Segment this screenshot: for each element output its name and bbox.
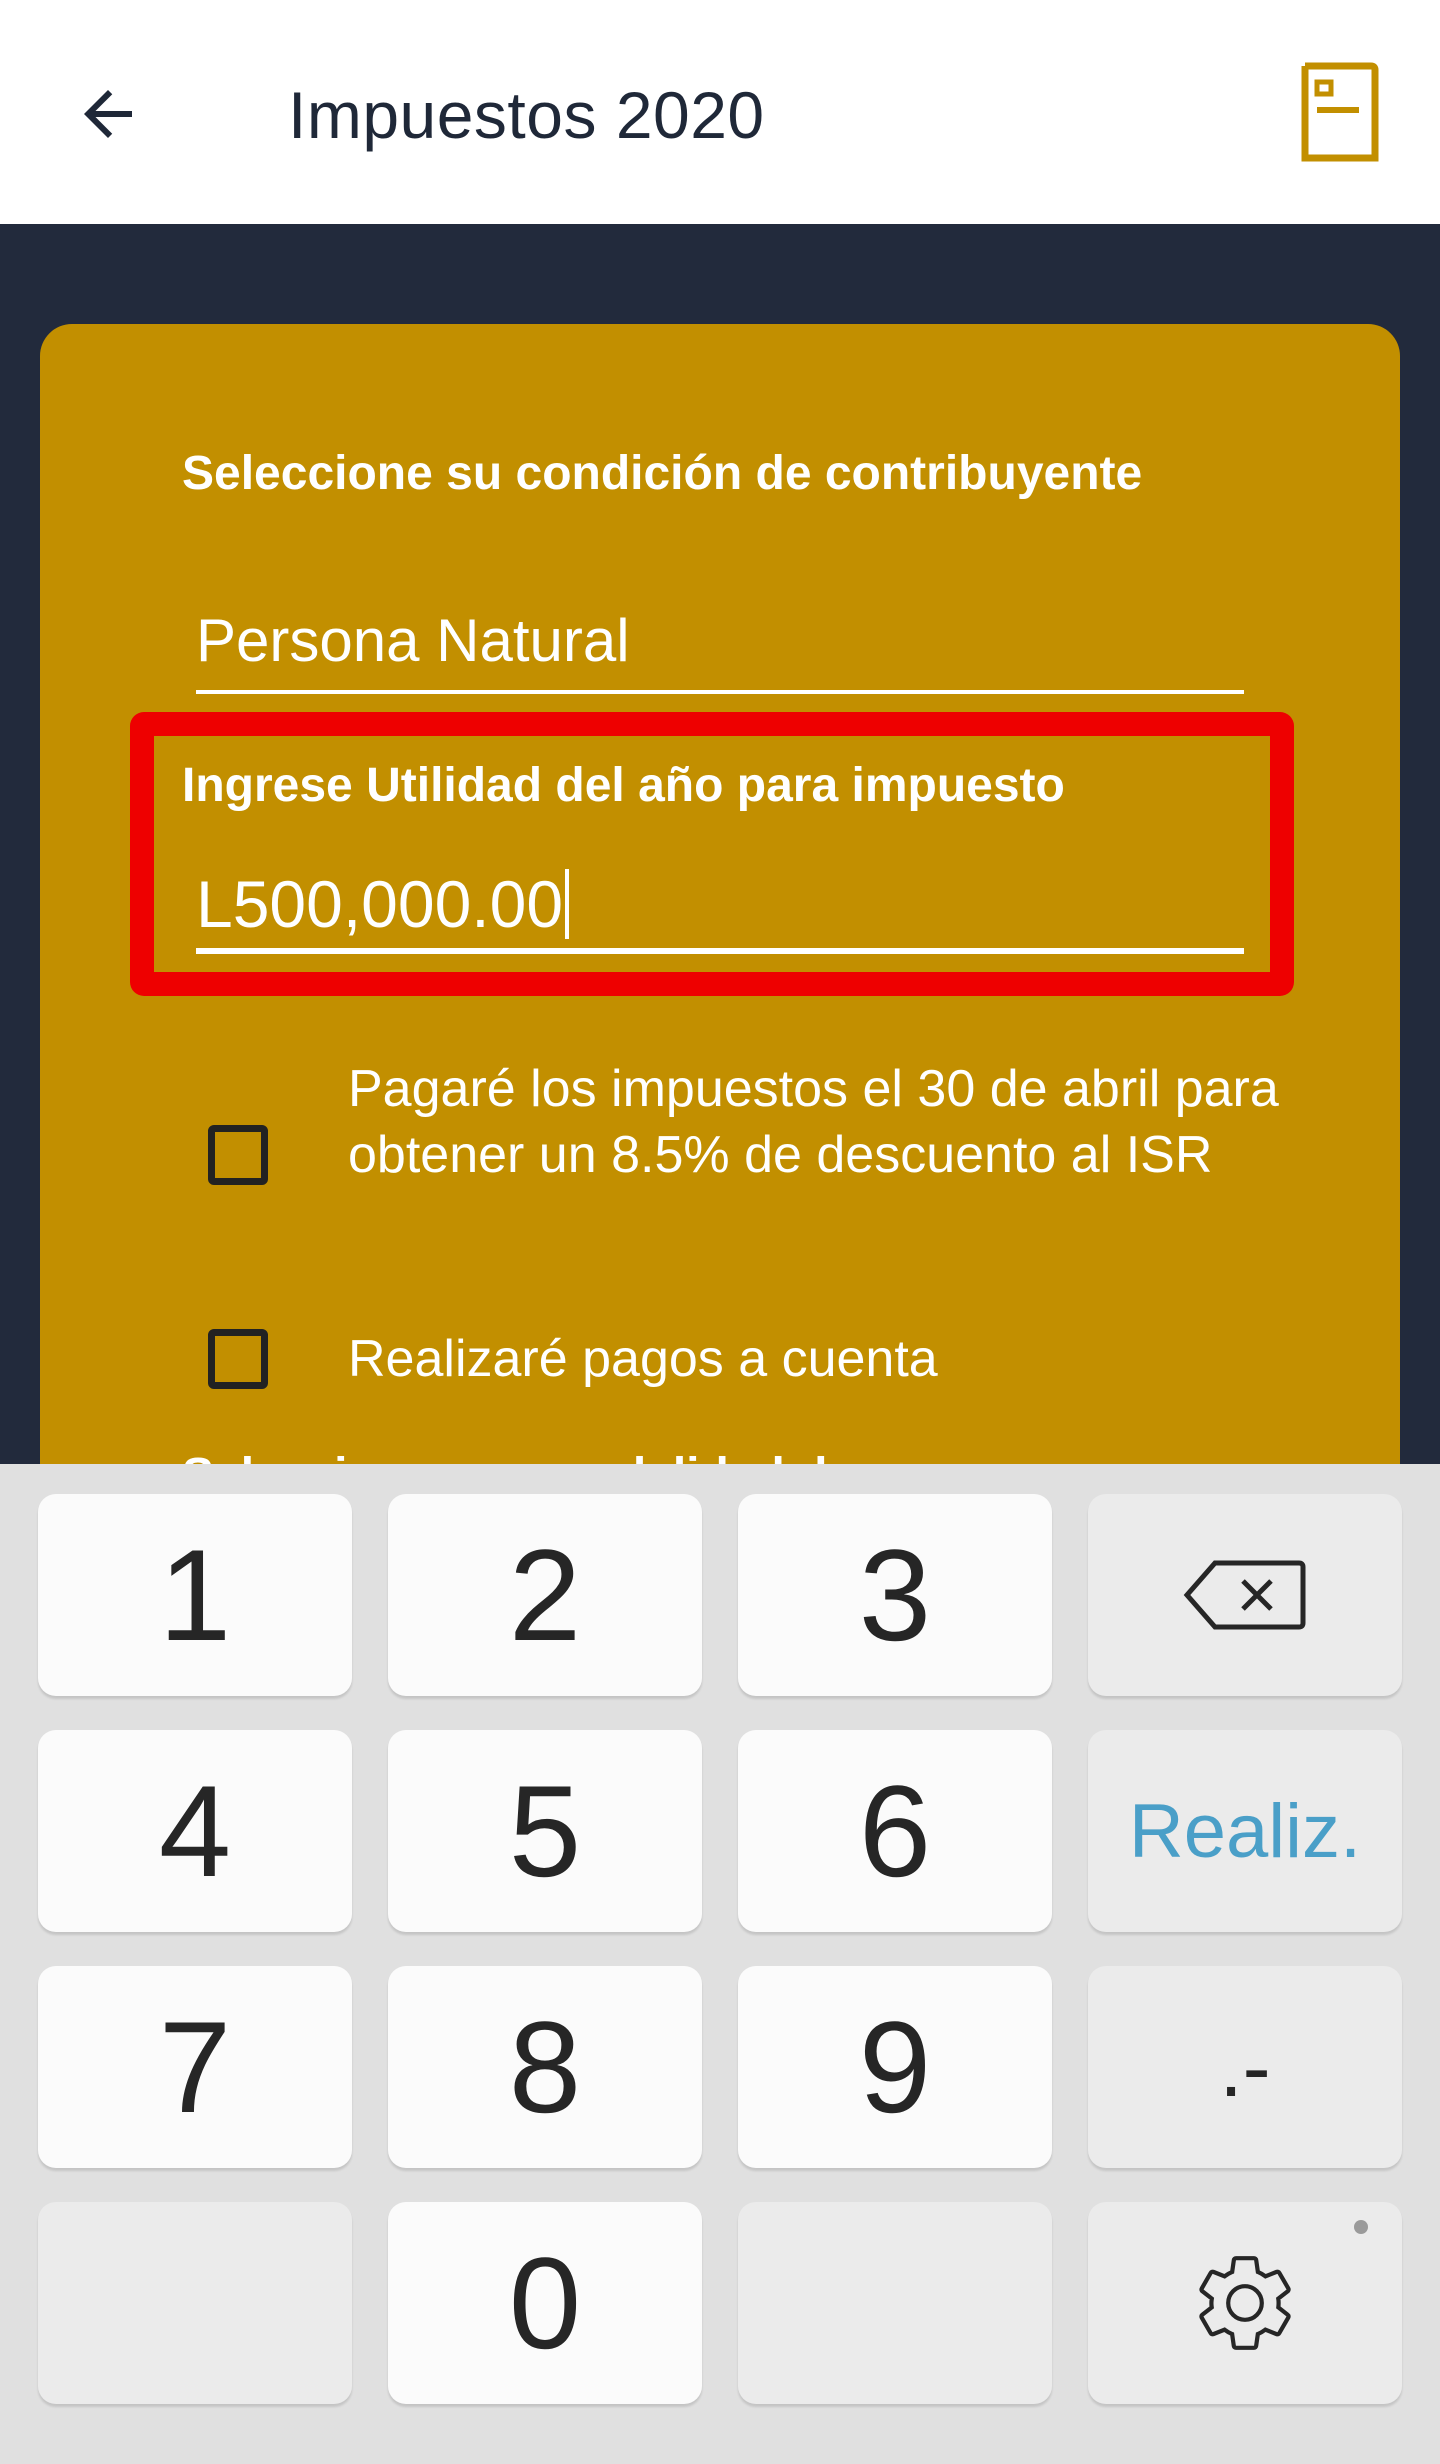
discount-checkbox-wrap [208,1056,268,1254]
punctuation-key[interactable]: .- [1088,1966,1402,2168]
advance-checkbox-label: Realizaré pagos a cuenta [348,1330,938,1388]
advance-checkbox-row[interactable]: Realizaré pagos a cuenta [208,1326,1288,1392]
backspace-key[interactable] [1088,1494,1402,1696]
discount-checkbox[interactable] [208,1125,268,1185]
income-label: Ingrese Utilidad del año para impuesto [182,759,1065,812]
document-button[interactable] [1290,56,1386,168]
text-caret [565,869,570,939]
tax-form-card: Seleccione su condición de contribuyente… [40,324,1400,1624]
advance-checkbox[interactable] [208,1329,268,1389]
numeric-keyboard: 1 2 3 4 5 6 Realiz. 7 8 9 .- 0 [0,1464,1440,2464]
key-6[interactable]: 6 [738,1730,1052,1932]
document-icon [1301,62,1379,162]
done-key[interactable]: Realiz. [1088,1730,1402,1932]
key-0[interactable]: 0 [388,2202,702,2404]
condition-label: Seleccione su condición de contribuyente [182,447,1143,500]
key-1[interactable]: 1 [38,1494,352,1696]
arrow-left-icon [84,90,132,138]
key-5[interactable]: 5 [388,1730,702,1932]
key-9[interactable]: 9 [738,1966,1052,2168]
key-2[interactable]: 2 [388,1494,702,1696]
condition-value: Persona Natural [196,607,630,674]
empty-key-left [38,2202,352,2404]
backspace-icon [1183,1560,1306,1630]
advance-checkbox-wrap [208,1326,268,1392]
income-value: L500,000.00 [196,867,564,941]
income-value-wrap: L500,000.00 [196,866,570,942]
condition-select[interactable]: Persona Natural [196,584,1244,694]
income-input[interactable]: L500,000.00 [196,844,1244,954]
key-8[interactable]: 8 [388,1966,702,2168]
key-4[interactable]: 4 [38,1730,352,1932]
key-3[interactable]: 3 [738,1494,1052,1696]
app-bar: Impuestos 2020 [0,0,1440,224]
settings-key[interactable] [1088,2202,1402,2404]
empty-key-right [738,2202,1052,2404]
back-button[interactable] [60,66,156,162]
gear-icon [1199,2256,1291,2350]
discount-checkbox-label: Pagaré los impuestos el 30 de abril para… [348,1060,1279,1184]
key-7[interactable]: 7 [38,1966,352,2168]
indicator-dot [1354,2220,1368,2234]
discount-checkbox-row[interactable]: Pagaré los impuestos el 30 de abril para… [208,1056,1288,1254]
page-title: Impuestos 2020 [288,78,765,152]
